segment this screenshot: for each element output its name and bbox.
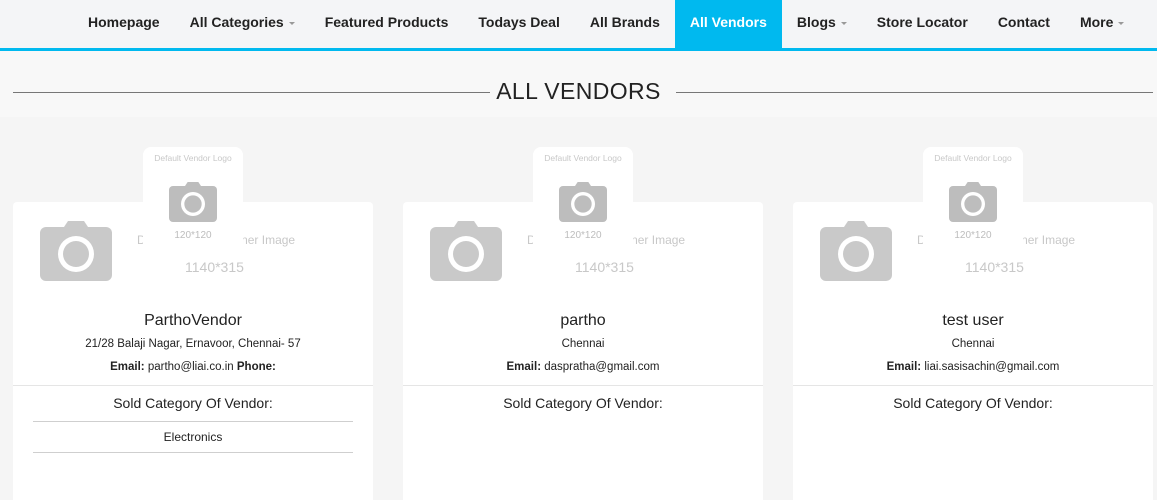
main-nav: Homepage All Categories Featured Product…: [0, 0, 1157, 51]
camera-icon: [559, 182, 607, 222]
logo-placeholder-size: 120*120: [174, 230, 212, 241]
nav-item-homepage[interactable]: Homepage: [73, 0, 175, 48]
vendor-name[interactable]: partho: [403, 312, 763, 330]
category-item[interactable]: Electronics: [13, 430, 373, 444]
nav-label: All Vendors: [689, 14, 767, 30]
banner-placeholder-size: 1140*315: [575, 259, 634, 275]
nav-item-store-locator[interactable]: Store Locator: [862, 0, 983, 48]
email-label: Email:: [886, 361, 922, 373]
card-divider: [793, 385, 1153, 386]
vendor-logo[interactable]: Default Vendor Logo 120*120: [143, 147, 243, 257]
vendor-address: Chennai: [951, 338, 995, 350]
vendor-logo[interactable]: Default Vendor Logo 120*120: [923, 147, 1023, 257]
logo-placeholder-text: Default Vendor Logo: [544, 153, 622, 163]
category-divider: [33, 421, 353, 422]
camera-icon: [820, 221, 892, 281]
vendor-email[interactable]: liai.sasisachin@gmail.com: [924, 361, 1059, 373]
banner-placeholder-size: 1140*315: [185, 259, 244, 275]
logo-placeholder-text: Default Vendor Logo: [154, 153, 232, 163]
page-title: ALL VENDORS: [0, 78, 1157, 105]
page-title-text: ALL VENDORS: [496, 78, 661, 104]
logo-placeholder-size: 120*120: [954, 230, 992, 241]
nav-item-more[interactable]: More: [1065, 0, 1139, 48]
vendor-address: Chennai: [561, 338, 605, 350]
nav-label: More: [1079, 14, 1114, 30]
vendor-email[interactable]: partho@liai.co.in: [148, 361, 234, 373]
email-label: Email:: [506, 361, 542, 373]
nav-label: All Categories: [189, 14, 284, 30]
nav-item-all-brands[interactable]: All Brands: [575, 0, 675, 48]
nav-item-all-vendors[interactable]: All Vendors: [674, 0, 782, 48]
vendor-name[interactable]: ParthoVendor: [13, 312, 373, 330]
nav-label: Featured Products: [324, 14, 449, 30]
category-divider: [33, 452, 353, 453]
nav-item-featured-products[interactable]: Featured Products: [310, 0, 464, 48]
sold-category-title: Sold Category Of Vendor:: [113, 395, 273, 411]
card-divider: [13, 385, 373, 386]
nav-label: Contact: [997, 14, 1050, 30]
vendor-address: 21/28 Balaji Nagar, Ernavoor, Chennai- 5…: [85, 338, 301, 350]
camera-icon: [169, 182, 217, 222]
nav-item-contact[interactable]: Contact: [983, 0, 1065, 48]
logo-placeholder-text: Default Vendor Logo: [934, 153, 1012, 163]
nav-label: Blogs: [796, 14, 836, 30]
camera-icon: [40, 221, 112, 281]
vendor-card[interactable]: Default Vendor Banner Image 1140*315 Def…: [13, 147, 373, 500]
nav-item-blogs[interactable]: Blogs: [782, 0, 862, 48]
vendor-logo[interactable]: Default Vendor Logo 120*120: [533, 147, 633, 257]
vendor-contact: Email: daspratha@gmail.com: [403, 361, 763, 373]
camera-icon: [949, 182, 997, 222]
nav-label: All Brands: [589, 14, 660, 30]
nav-item-all-categories[interactable]: All Categories: [175, 0, 310, 48]
vendor-contact: Email: liai.sasisachin@gmail.com: [793, 361, 1153, 373]
nav-label: Todays Deal: [478, 14, 560, 30]
page-header: ALL VENDORS: [0, 51, 1157, 117]
vendor-contact: Email: partho@liai.co.in Phone:: [13, 361, 373, 373]
logo-placeholder-size: 120*120: [564, 230, 602, 241]
banner-placeholder-size: 1140*315: [965, 259, 1024, 275]
vendor-name[interactable]: test user: [793, 312, 1153, 330]
nav-items: Homepage All Categories Featured Product…: [73, 0, 1139, 48]
sold-category-title: Sold Category Of Vendor:: [893, 395, 1053, 411]
nav-label: Homepage: [88, 14, 160, 30]
chevron-down-icon: [840, 21, 847, 25]
camera-icon: [430, 221, 502, 281]
phone-label: Phone:: [236, 361, 276, 373]
chevron-down-icon: [1118, 21, 1125, 25]
email-label: Email:: [110, 361, 145, 373]
nav-label: Store Locator: [876, 14, 968, 30]
chevron-down-icon: [288, 21, 295, 25]
sold-category-title: Sold Category Of Vendor:: [503, 395, 663, 411]
card-divider: [403, 385, 763, 386]
vendor-email[interactable]: daspratha@gmail.com: [544, 361, 659, 373]
vendor-card[interactable]: Default Vendor Banner Image 1140*315 Def…: [403, 147, 763, 500]
vendor-card[interactable]: Default Vendor Banner Image 1140*315 Def…: [793, 147, 1153, 500]
nav-item-todays-deal[interactable]: Todays Deal: [463, 0, 574, 48]
